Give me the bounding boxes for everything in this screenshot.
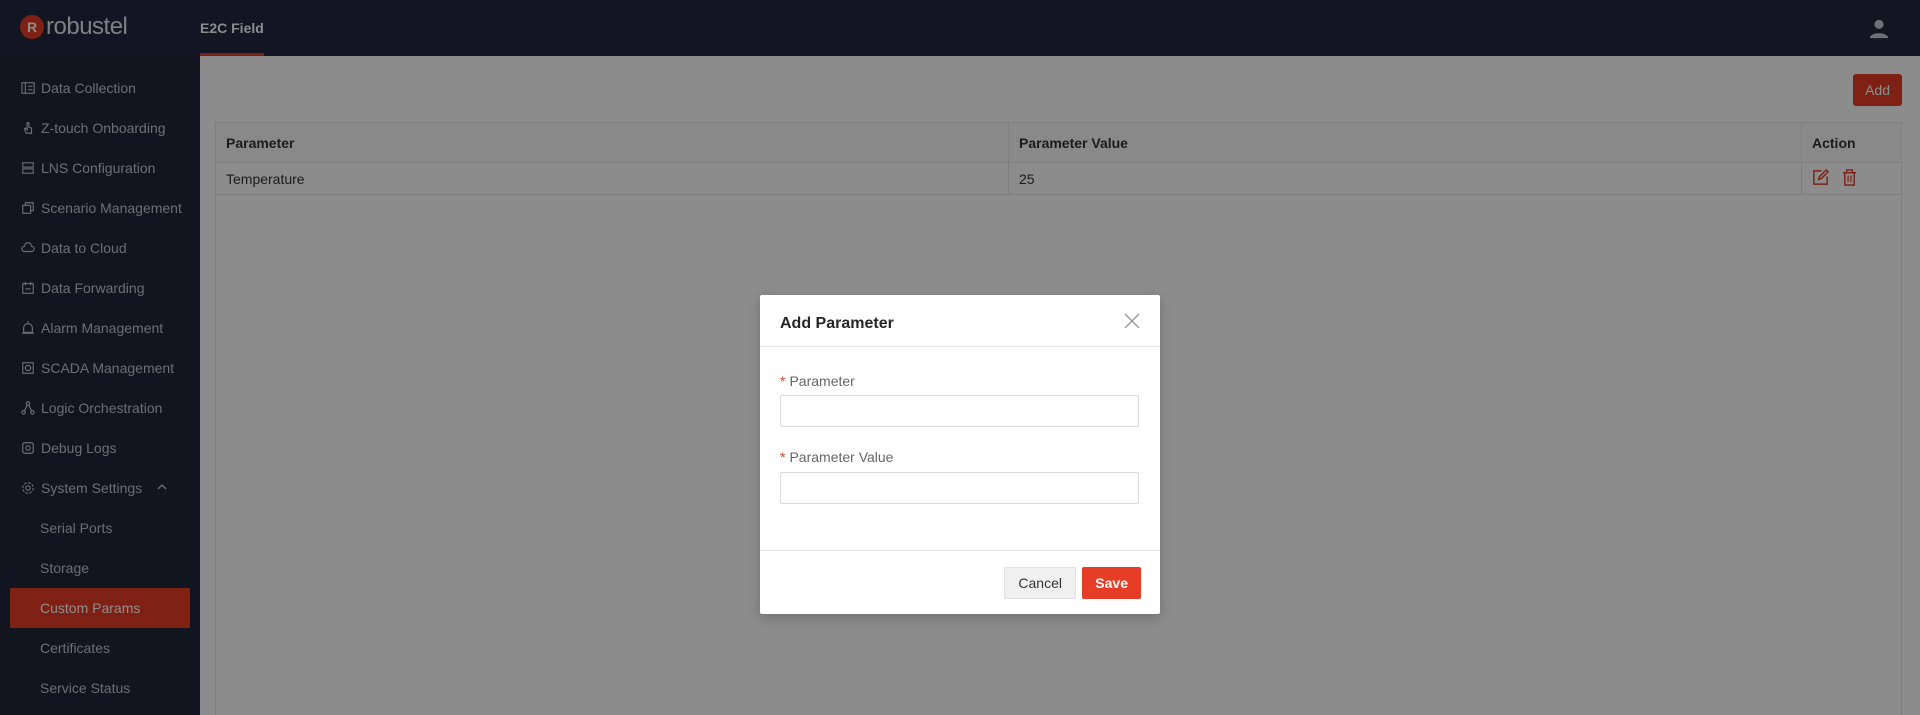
modal-header: Add Parameter	[760, 295, 1160, 347]
modal-footer: Cancel Save	[760, 550, 1160, 614]
parameter-input[interactable]	[780, 395, 1139, 427]
required-marker: *	[780, 373, 786, 389]
add-parameter-dialog: Add Parameter * Parameter * Parameter Valu…	[760, 295, 1160, 614]
close-icon[interactable]	[1124, 313, 1140, 329]
modal-title: Add Parameter	[780, 315, 894, 332]
parameter-value-label-text: Parameter Value	[789, 449, 894, 465]
cancel-button[interactable]: Cancel	[1004, 567, 1076, 599]
save-button[interactable]: Save	[1082, 567, 1141, 599]
parameter-label-text: Parameter	[789, 373, 855, 389]
parameter-label: * Parameter	[780, 373, 855, 389]
required-marker: *	[780, 449, 786, 465]
parameter-value-input[interactable]	[780, 472, 1139, 504]
parameter-value-label: * Parameter Value	[780, 449, 893, 465]
